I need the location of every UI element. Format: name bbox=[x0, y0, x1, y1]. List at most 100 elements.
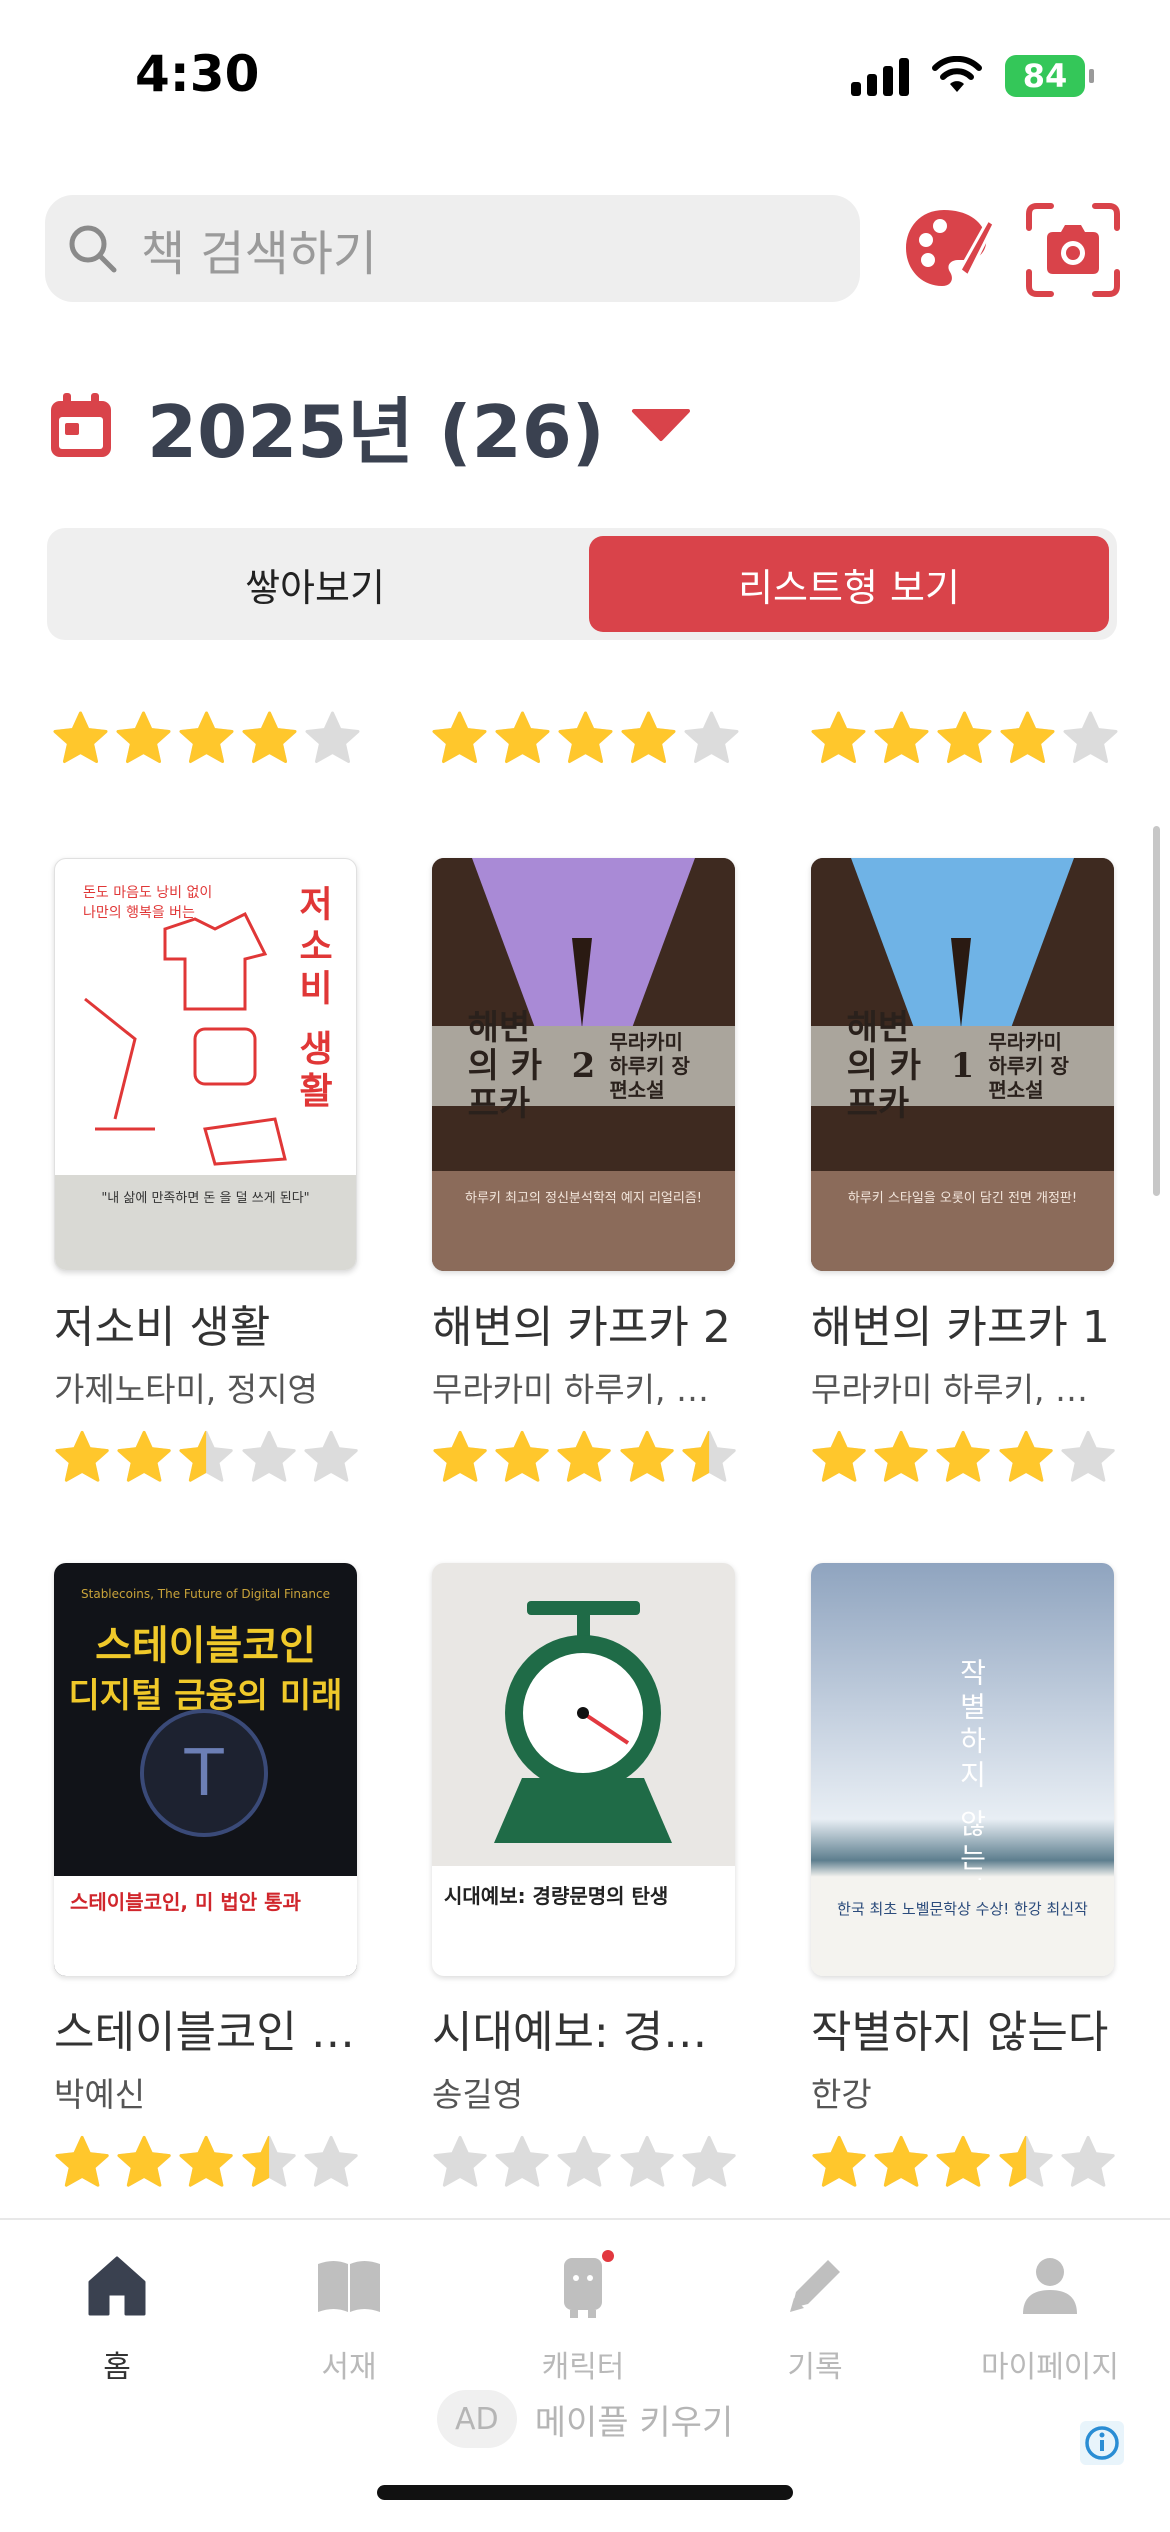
star-icon bbox=[242, 1430, 296, 1482]
nav-label: 서재 bbox=[321, 2350, 377, 2385]
star-icon bbox=[557, 1430, 612, 1482]
star-icon bbox=[620, 1430, 674, 1482]
cover-author: 무라카미 하루키 장편소설 bbox=[988, 1030, 1069, 1102]
cover-band-headline: 스테이블코인, 미 법안 통과 bbox=[70, 1890, 301, 1914]
rating-stars bbox=[432, 1429, 737, 1486]
person-icon bbox=[1023, 2258, 1077, 2314]
ad-badge: AD bbox=[436, 2390, 517, 2448]
star-icon bbox=[682, 2135, 736, 2187]
star-icon bbox=[304, 1430, 358, 1482]
book-cover: 해변의 카프카 1 무라카미 하루키 장편소설 하루키 스타일을 오롯이 담긴 … bbox=[811, 858, 1114, 1271]
cover-band: 하루키 스타일을 오롯이 담긴 전면 개정판! bbox=[811, 1171, 1114, 1271]
book-card[interactable]: 시대예보: 경량문명의 탄생 시대예보: 경량문명의 탄생 송길영 bbox=[432, 1563, 737, 2191]
cover-title: 작별하지 않는다 bbox=[955, 1658, 988, 1911]
status-bar: 4:30 84 bbox=[0, 0, 1170, 150]
year-label: 2025년 (26) bbox=[147, 389, 605, 474]
star-icon bbox=[433, 1430, 487, 1482]
home-icon bbox=[88, 2256, 146, 2316]
view-toggle: 쌓아보기 리스트형 보기 bbox=[47, 528, 1117, 640]
battery-level: 84 bbox=[1022, 57, 1068, 95]
star-icon bbox=[179, 711, 234, 763]
svg-text:T: T bbox=[183, 1737, 224, 1811]
book-card[interactable]: 작별하지 않는다 한국 최초 노벨문학상 수상! 한강 최신작 작별하지 않는다… bbox=[811, 1563, 1116, 2191]
nav-label: 기록 bbox=[787, 2350, 843, 2385]
star-icon bbox=[936, 2135, 991, 2187]
home-indicator bbox=[377, 2485, 793, 2500]
nav-character[interactable]: 캐릭터 bbox=[468, 2250, 698, 2386]
star-icon bbox=[1000, 711, 1055, 763]
cover-band: 한국 최초 노벨문학상 수상! 한강 최신작 bbox=[811, 1880, 1114, 1976]
camera-scan-icon[interactable] bbox=[1023, 200, 1123, 300]
book-card[interactable]: 해변의 카프카 1 무라카미 하루키 장편소설 하루키 스타일을 오롯이 담긴 … bbox=[811, 858, 1116, 1486]
caret-down-icon[interactable] bbox=[630, 407, 692, 443]
star-icon bbox=[937, 711, 992, 763]
star-icon bbox=[874, 2135, 928, 2187]
nav-label: 캐릭터 bbox=[541, 2350, 625, 2385]
book-title: 해변의 카프카 1 bbox=[811, 1302, 1110, 1353]
search-placeholder: 책 검색하기 bbox=[141, 225, 378, 282]
pencil-icon bbox=[790, 2260, 840, 2312]
star-icon bbox=[874, 711, 929, 763]
info-icon[interactable] bbox=[1079, 2420, 1125, 2466]
star-icon bbox=[874, 1430, 928, 1482]
rating-stars bbox=[811, 2134, 1116, 2191]
cover-title-band: 해변의 카프카 1 무라카미 하루키 장편소설 bbox=[811, 1009, 1114, 1123]
cover-title-band: 해변의 카프카 2 무라카미 하루키 장편소설 bbox=[432, 1009, 735, 1123]
star-icon bbox=[117, 2135, 171, 2187]
star-icon bbox=[811, 711, 866, 763]
nav-home[interactable]: 홈 bbox=[2, 2250, 232, 2386]
star-icon bbox=[304, 2135, 358, 2187]
star-icon bbox=[682, 1430, 736, 1482]
book-cover: 작별하지 않는다 한국 최초 노벨문학상 수상! 한강 최신작 bbox=[811, 1563, 1114, 1976]
rating-stars bbox=[54, 2134, 359, 2191]
star-icon bbox=[116, 711, 171, 763]
star-icon bbox=[495, 1430, 549, 1482]
star-icon bbox=[684, 711, 739, 763]
book-author: 한강 bbox=[811, 2075, 872, 2114]
wifi-icon bbox=[932, 56, 982, 92]
character-icon bbox=[564, 2250, 614, 2318]
cover-title: 해변의 카프카 bbox=[467, 1008, 543, 1124]
list-view-button[interactable]: 리스트형 보기 bbox=[589, 536, 1109, 632]
rating-stars bbox=[431, 710, 740, 767]
nav-record[interactable]: 기록 bbox=[700, 2250, 930, 2386]
nav-label: 홈 bbox=[103, 2350, 131, 2385]
star-icon bbox=[55, 2135, 109, 2187]
book-title: 해변의 카프카 2 bbox=[432, 1302, 731, 1353]
book-author: 송길영 bbox=[432, 2075, 524, 2114]
book-title: 작별하지 않는다 bbox=[811, 2007, 1109, 2058]
status-icons: 84 bbox=[851, 55, 1094, 97]
rating-stars bbox=[52, 710, 361, 767]
cover-volume: 1 bbox=[950, 1046, 975, 1086]
nav-library[interactable]: 서재 bbox=[234, 2250, 464, 2386]
palette-icon[interactable] bbox=[900, 200, 995, 295]
star-icon bbox=[55, 1430, 109, 1482]
star-icon bbox=[179, 2135, 234, 2187]
cover-band: 스테이블코인, 미 법안 통과 bbox=[54, 1876, 357, 1976]
star-icon bbox=[242, 2135, 296, 2187]
book-cover: Stablecoins, The Future of Digital Finan… bbox=[54, 1563, 357, 1976]
star-icon bbox=[179, 1430, 234, 1482]
book-card[interactable]: 해변의 카프카 2 무라카미 하루키 장편소설 하루키 최고의 정신분석학적 예… bbox=[432, 858, 737, 1486]
star-icon bbox=[812, 2135, 866, 2187]
star-icon bbox=[53, 711, 108, 763]
book-cover: 해변의 카프카 2 무라카미 하루키 장편소설 하루키 최고의 정신분석학적 예… bbox=[432, 858, 735, 1271]
book-cover: 시대예보: 경량문명의 탄생 bbox=[432, 1563, 735, 1976]
nav-label: 마이페이지 bbox=[981, 2350, 1119, 2385]
cover-title: 해변의 카프카 bbox=[846, 1008, 922, 1124]
search-input[interactable]: 책 검색하기 bbox=[45, 195, 860, 302]
scrollbar[interactable] bbox=[1153, 826, 1160, 1196]
cover-author: 무라카미 하루키 장편소설 bbox=[609, 1030, 690, 1102]
stack-view-button[interactable]: 쌓아보기 bbox=[55, 536, 575, 632]
star-icon bbox=[433, 2135, 487, 2187]
ad-text: 메이플 키우기 bbox=[534, 2402, 734, 2443]
cover-volume: 2 bbox=[571, 1046, 596, 1086]
cellular-signal-icon bbox=[851, 56, 909, 96]
nav-mypage[interactable]: 마이페이지 bbox=[935, 2250, 1165, 2386]
star-icon bbox=[305, 711, 360, 763]
cover-band: 하루키 최고의 정신분석학적 예지 리얼리즘! bbox=[432, 1171, 735, 1271]
book-card[interactable]: Stablecoins, The Future of Digital Finan… bbox=[54, 1563, 359, 2191]
year-selector[interactable]: 2025년 (26) bbox=[45, 375, 692, 475]
book-card[interactable]: 돈도 마음도 낭비 없이 나만의 행복을 버는 저소비 생활 "내 삶에 만족하… bbox=[54, 858, 359, 1486]
ad-banner[interactable]: AD 메이플 키우기 bbox=[0, 2390, 1170, 2448]
